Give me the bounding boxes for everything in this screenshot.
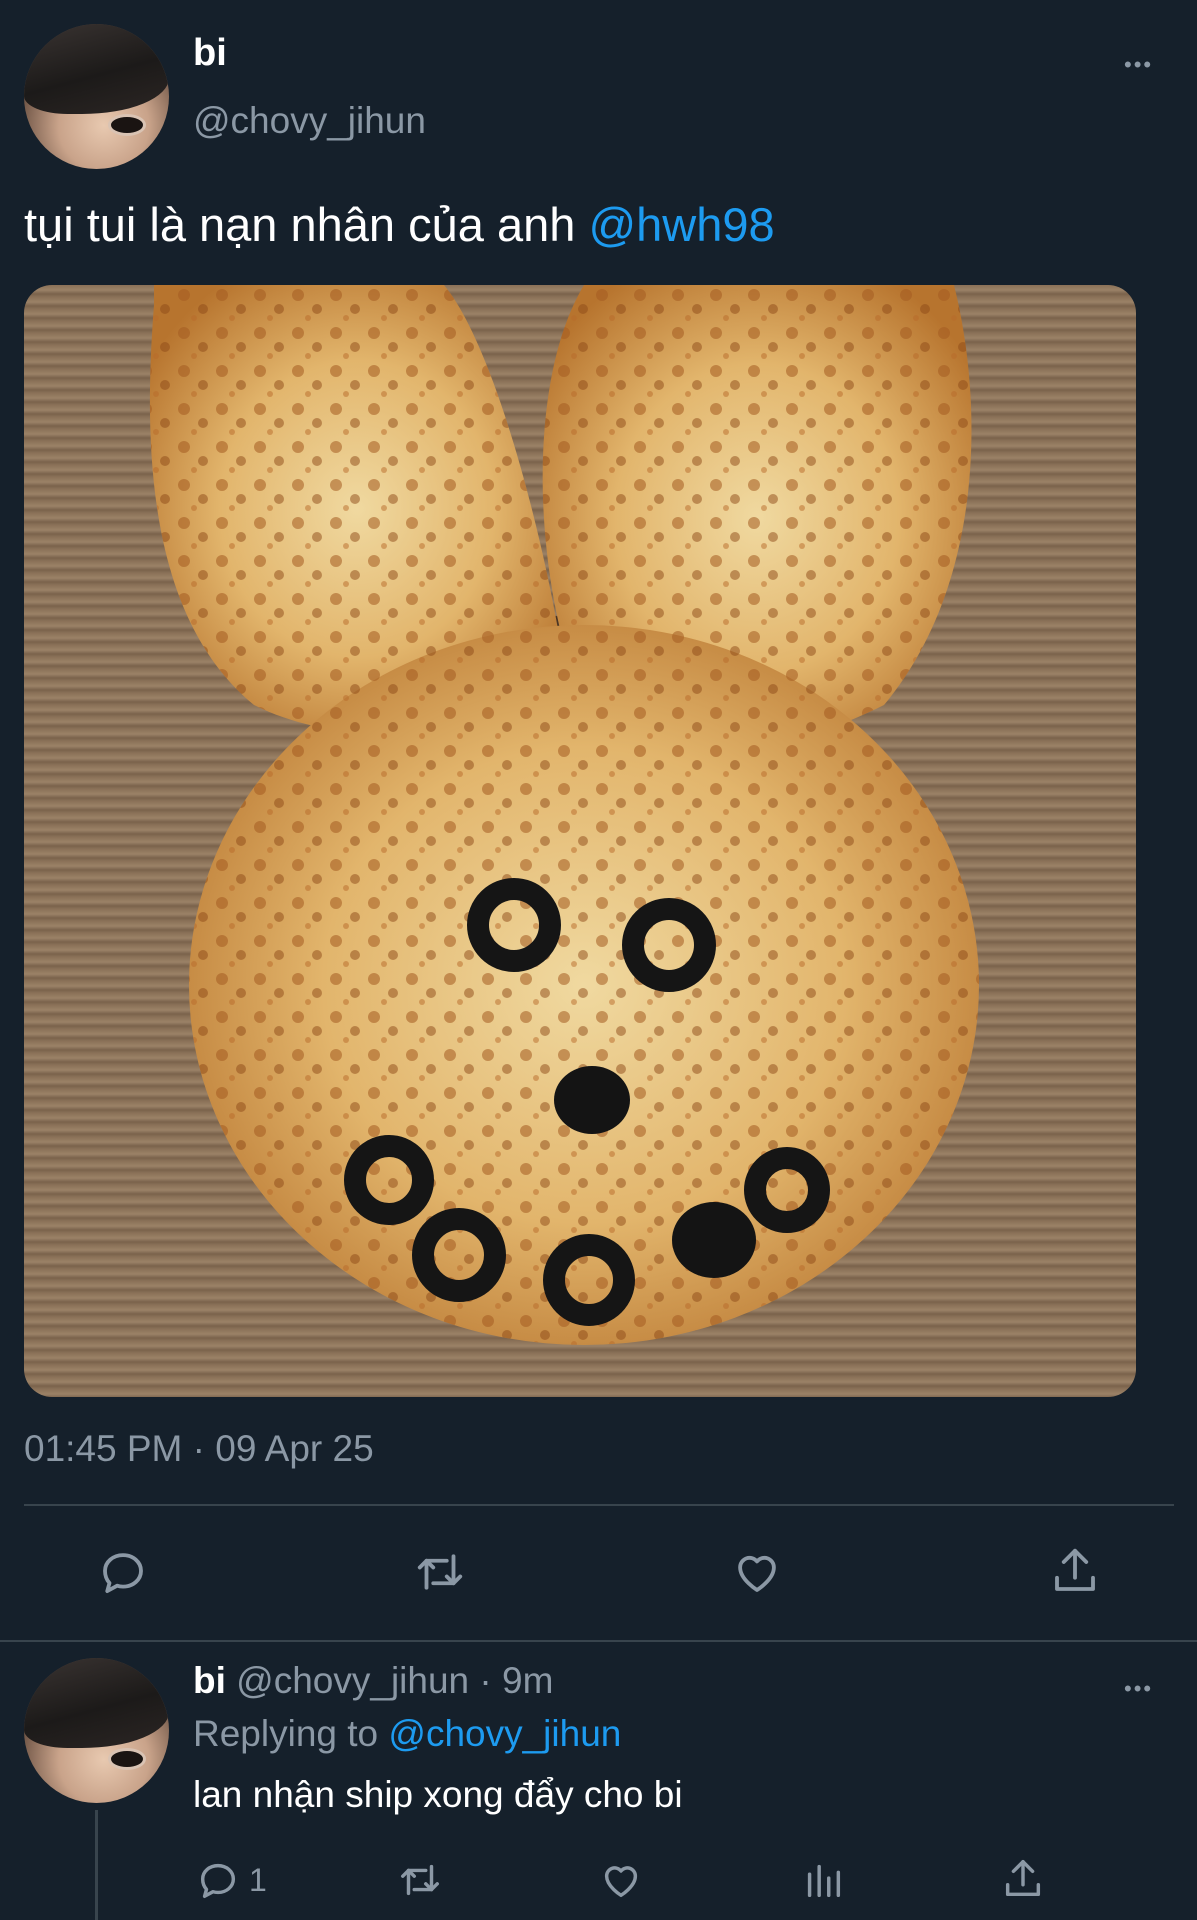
reply-more-options-button[interactable]: ••• [1124, 1676, 1153, 1702]
mention-link[interactable]: @hwh98 [588, 198, 774, 251]
share-icon [1055, 1548, 1095, 1591]
reply-text: lan nhận ship xong đẩy cho bi [193, 1774, 683, 1815]
retweet-button[interactable] [412, 1545, 468, 1599]
divider-top [24, 1504, 1174, 1506]
more-options-button[interactable]: ••• [1124, 52, 1153, 78]
share-button[interactable] [1048, 1543, 1102, 1599]
reply-like-button[interactable] [598, 1857, 644, 1903]
divider-bottom [0, 1640, 1197, 1642]
replying-to: Replying to @chovy_jihun [193, 1713, 621, 1755]
reply-button[interactable] [96, 1545, 150, 1599]
author-avatar[interactable] [24, 24, 169, 169]
reply-retweet-button[interactable] [395, 1857, 445, 1903]
more-icon: ••• [1124, 52, 1154, 77]
reply-count: 1 [249, 1861, 267, 1898]
replying-to-link[interactable]: @chovy_jihun [388, 1713, 621, 1754]
reply-views-button[interactable] [800, 1857, 846, 1903]
retweet-icon [417, 1554, 463, 1590]
reply-header: bi @chovy_jihun · 9m [193, 1660, 553, 1702]
retweet-icon [401, 1864, 439, 1896]
tweet-timestamp: 01:45 PM · 09 Apr 25 [24, 1428, 374, 1469]
reply-display-name[interactable]: bi [193, 1660, 226, 1701]
views-icon [807, 1864, 841, 1898]
more-icon: ••• [1124, 1676, 1154, 1701]
like-icon [604, 1866, 638, 1898]
share-icon [1005, 1860, 1041, 1897]
like-icon [738, 1555, 776, 1592]
author-display-name[interactable]: bi [193, 32, 227, 75]
reply-author-avatar[interactable] [24, 1658, 169, 1803]
reply-icon [103, 1553, 143, 1594]
replying-to-label: Replying to [193, 1713, 379, 1754]
tweet-text-body: tụi tui là nạn nhân của anh [24, 198, 589, 251]
tweet-text: tụi tui là nạn nhân của anh @hwh98 [24, 197, 775, 252]
tweet-image[interactable] [24, 285, 1136, 1397]
reply-share-button[interactable] [1000, 1855, 1046, 1903]
reply-age: 9m [502, 1660, 554, 1701]
thread-line [95, 1810, 98, 1920]
author-handle[interactable]: @chovy_jihun [193, 100, 426, 142]
reply-reply-button[interactable]: 1 [195, 1857, 267, 1903]
reply-handle[interactable]: @chovy_jihun [236, 1660, 469, 1701]
bunny-pizza-illustration [149, 285, 979, 1345]
reply-separator: · [479, 1660, 492, 1701]
reply-icon [200, 1863, 236, 1899]
like-button[interactable] [730, 1545, 784, 1599]
